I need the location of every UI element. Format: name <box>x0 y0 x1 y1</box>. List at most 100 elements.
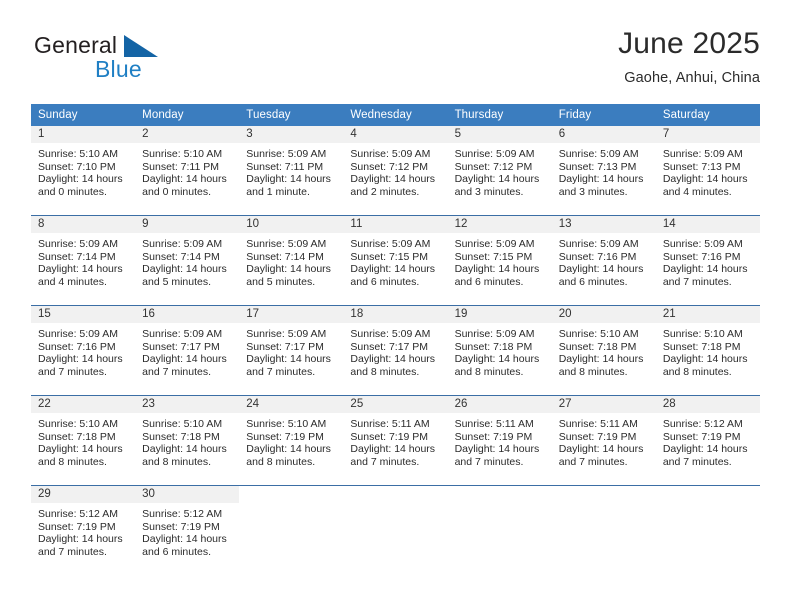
day-cell[interactable]: 4 Sunrise: 5:09 AM Sunset: 7:12 PM Daylight… <box>343 126 448 216</box>
sunrise-time: Sunrise: 5:09 AM <box>38 328 118 340</box>
day-details: Sunrise: 5:11 AM Sunset: 7:19 PM Daylight:… <box>343 413 447 468</box>
day-cell-inner: 8 Sunrise: 5:09 AM Sunset: 7:14 PM Daylight… <box>31 216 136 305</box>
day-details: Sunrise: 5:09 AM Sunset: 7:12 PM Daylight:… <box>343 143 447 198</box>
day-details: Sunrise: 5:12 AM Sunset: 7:19 PM Daylight:… <box>656 413 760 468</box>
day-cell[interactable]: 18 Sunrise: 5:09 AM Sunset: 7:17 PM Dayligh… <box>343 305 448 396</box>
day-cell-inner: 16 Sunrise: 5:09 AM Sunset: 7:17 PM Dayligh… <box>135 306 240 395</box>
sunrise-time: Sunrise: 5:09 AM <box>350 328 431 340</box>
day-details: Sunrise: 5:09 AM Sunset: 7:13 PM Daylight:… <box>656 143 760 198</box>
day-cell[interactable]: 6 Sunrise: 5:09 AM Sunset: 7:13 PM Daylight… <box>551 126 656 216</box>
day-details: Sunrise: 5:11 AM Sunset: 7:19 PM Daylight:… <box>448 413 552 468</box>
day-cell[interactable]: 9 Sunrise: 5:09 AM Sunset: 7:14 PM Daylight… <box>135 215 240 306</box>
day-cell[interactable]: 2 Sunrise: 5:10 AM Sunset: 7:11 PM Daylight… <box>135 126 240 216</box>
daylight-line-1: Daylight: 14 hours <box>558 443 644 456</box>
day-cell[interactable]: 28 Sunrise: 5:12 AM Sunset: 7:19 PM Dayligh… <box>655 395 760 486</box>
day-cell[interactable]: 21 Sunrise: 5:10 AM Sunset: 7:18 PM Dayligh… <box>655 305 760 396</box>
sunset-time: Sunset: 7:18 PM <box>662 340 741 353</box>
day-details: Sunrise: 5:09 AM Sunset: 7:13 PM Daylight:… <box>552 143 656 198</box>
day-cell[interactable]: 24 Sunrise: 5:10 AM Sunset: 7:19 PM Dayligh… <box>239 395 344 486</box>
day-details: Sunrise: 5:09 AM Sunset: 7:11 PM Daylight:… <box>239 143 343 198</box>
sunset-time: Sunset: 7:19 PM <box>350 430 429 443</box>
sunset-time: Sunset: 7:18 PM <box>142 430 220 443</box>
sunrise-time: Sunrise: 5:10 AM <box>142 148 223 160</box>
sunset-time: Sunset: 7:14 PM <box>38 250 116 263</box>
weekday-header-saturday: Saturday <box>655 104 760 126</box>
day-cell-inner <box>448 486 552 571</box>
day-details: Sunrise: 5:09 AM Sunset: 7:17 PM Daylight:… <box>135 323 239 378</box>
day-cell[interactable]: 7 Sunrise: 5:09 AM Sunset: 7:13 PM Daylight… <box>655 126 760 216</box>
daylight-line-2: and 3 minutes. <box>558 185 628 198</box>
daylight-line-1: Daylight: 14 hours <box>350 173 436 186</box>
day-cell-inner: 24 Sunrise: 5:10 AM Sunset: 7:19 PM Dayligh… <box>239 396 344 485</box>
week-row: 8 Sunrise: 5:09 AM Sunset: 7:14 PM Daylight… <box>31 215 760 306</box>
day-cell[interactable]: 14 Sunrise: 5:09 AM Sunset: 7:16 PM Dayligh… <box>655 215 760 306</box>
day-cell[interactable]: 29 Sunrise: 5:12 AM Sunset: 7:19 PM Dayligh… <box>31 485 136 571</box>
daylight-line-2: and 7 minutes. <box>662 275 732 288</box>
daylight-line-2: and 8 minutes. <box>350 365 420 378</box>
day-number: 10 <box>239 216 344 233</box>
day-cell[interactable]: 25 Sunrise: 5:11 AM Sunset: 7:19 PM Dayligh… <box>343 395 448 486</box>
day-details: Sunrise: 5:10 AM Sunset: 7:18 PM Daylight:… <box>135 413 239 468</box>
day-cell[interactable]: 23 Sunrise: 5:10 AM Sunset: 7:18 PM Dayligh… <box>135 395 240 486</box>
sunrise-time: Sunrise: 5:09 AM <box>246 238 327 250</box>
day-cell[interactable]: 1 Sunrise: 5:10 AM Sunset: 7:10 PM Daylight… <box>31 126 136 216</box>
day-cell[interactable]: 10 Sunrise: 5:09 AM Sunset: 7:14 PM Dayligh… <box>239 215 344 306</box>
sunrise-time: Sunrise: 5:09 AM <box>350 148 431 160</box>
sunrise-time: Sunrise: 5:10 AM <box>38 148 118 160</box>
daylight-line-1: Daylight: 14 hours <box>142 533 227 546</box>
day-cell[interactable]: 26 Sunrise: 5:11 AM Sunset: 7:19 PM Dayligh… <box>447 395 552 486</box>
sunset-time: Sunset: 7:18 PM <box>558 340 637 353</box>
day-cell[interactable]: 15 Sunrise: 5:09 AM Sunset: 7:16 PM Dayligh… <box>31 305 136 396</box>
day-cell[interactable]: 22 Sunrise: 5:10 AM Sunset: 7:18 PM Dayligh… <box>31 395 136 486</box>
day-cell[interactable]: 11 Sunrise: 5:09 AM Sunset: 7:15 PM Dayligh… <box>343 215 448 306</box>
day-cell[interactable]: 13 Sunrise: 5:09 AM Sunset: 7:16 PM Dayligh… <box>551 215 656 306</box>
day-cell[interactable]: 16 Sunrise: 5:09 AM Sunset: 7:17 PM Dayligh… <box>135 305 240 396</box>
weekday-header-sunday: Sunday <box>31 104 136 126</box>
day-cell[interactable]: 20 Sunrise: 5:10 AM Sunset: 7:18 PM Dayligh… <box>551 305 656 396</box>
day-details: Sunrise: 5:09 AM Sunset: 7:17 PM Daylight:… <box>239 323 343 378</box>
calendar-page: General Blue June 2025 Gaohe, Anhui, Chi… <box>0 0 792 612</box>
sunset-time: Sunset: 7:17 PM <box>142 340 220 353</box>
day-number: 9 <box>135 216 240 233</box>
brand-logo[interactable]: General Blue <box>32 32 272 90</box>
day-cell[interactable]: 12 Sunrise: 5:09 AM Sunset: 7:15 PM Dayligh… <box>447 215 552 306</box>
day-number <box>656 486 760 503</box>
sunset-time: Sunset: 7:19 PM <box>662 430 741 443</box>
day-cell[interactable]: 27 Sunrise: 5:11 AM Sunset: 7:19 PM Dayligh… <box>551 395 656 486</box>
day-cell[interactable]: 3 Sunrise: 5:09 AM Sunset: 7:11 PM Daylight… <box>239 126 344 216</box>
day-details: Sunrise: 5:11 AM Sunset: 7:19 PM Daylight:… <box>552 413 656 468</box>
daylight-line-2: and 5 minutes. <box>142 275 212 288</box>
day-cell[interactable]: 5 Sunrise: 5:09 AM Sunset: 7:12 PM Daylight… <box>447 126 552 216</box>
day-number: 12 <box>447 216 552 233</box>
day-cell-inner: 18 Sunrise: 5:09 AM Sunset: 7:17 PM Dayligh… <box>343 306 448 395</box>
daylight-line-1: Daylight: 14 hours <box>662 353 748 366</box>
day-number: 2 <box>135 126 240 143</box>
daylight-line-1: Daylight: 14 hours <box>246 173 331 186</box>
day-cell[interactable]: 30 Sunrise: 5:12 AM Sunset: 7:19 PM Dayligh… <box>135 485 240 571</box>
sunrise-time: Sunrise: 5:09 AM <box>350 238 431 250</box>
day-number <box>239 486 343 503</box>
day-cell-inner: 4 Sunrise: 5:09 AM Sunset: 7:12 PM Daylight… <box>343 126 448 215</box>
day-cell[interactable]: 17 Sunrise: 5:09 AM Sunset: 7:17 PM Dayligh… <box>239 305 344 396</box>
sunrise-time: Sunrise: 5:11 AM <box>558 418 638 430</box>
day-cell-inner: 5 Sunrise: 5:09 AM Sunset: 7:12 PM Daylight… <box>447 126 552 215</box>
day-cell[interactable]: 19 Sunrise: 5:09 AM Sunset: 7:18 PM Dayligh… <box>447 305 552 396</box>
sunset-time: Sunset: 7:15 PM <box>454 250 533 263</box>
daylight-line-2: and 7 minutes. <box>558 455 628 468</box>
sunrise-time: Sunrise: 5:11 AM <box>350 418 430 430</box>
day-number: 27 <box>551 396 656 413</box>
daylight-line-2: and 4 minutes. <box>662 185 732 198</box>
week-row: 1 Sunrise: 5:10 AM Sunset: 7:10 PM Daylight… <box>31 126 760 216</box>
daylight-line-1: Daylight: 14 hours <box>246 263 331 276</box>
day-cell-inner <box>343 486 447 571</box>
day-number: 30 <box>135 486 240 503</box>
day-number: 4 <box>343 126 448 143</box>
sunset-time: Sunset: 7:17 PM <box>246 340 324 353</box>
day-cell[interactable]: 8 Sunrise: 5:09 AM Sunset: 7:14 PM Daylight… <box>31 215 136 306</box>
sunset-time: Sunset: 7:19 PM <box>246 430 324 443</box>
daylight-line-1: Daylight: 14 hours <box>558 173 644 186</box>
day-cell-inner: 6 Sunrise: 5:09 AM Sunset: 7:13 PM Daylight… <box>551 126 656 215</box>
day-details: Sunrise: 5:09 AM Sunset: 7:17 PM Daylight:… <box>343 323 447 378</box>
daylight-line-2: and 7 minutes. <box>454 455 524 468</box>
brand-name-blue: Blue <box>95 56 142 82</box>
